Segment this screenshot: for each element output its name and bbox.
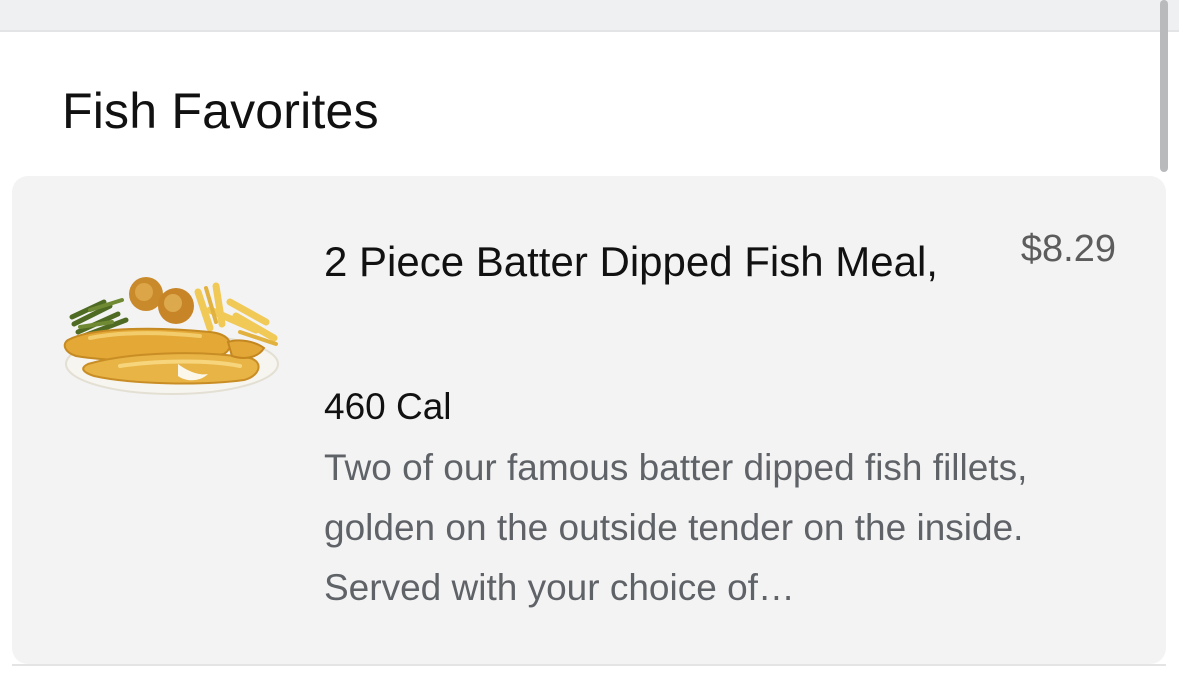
item-description: Two of our famous batter dipped fish fil… [324,447,1028,608]
menu-item-card[interactable]: 2 Piece Batter Dipped Fish Meal, $8.29 4… [12,176,1166,664]
top-bar [0,0,1179,32]
item-calories: 460 Cal [324,386,452,427]
card-divider [12,664,1166,666]
scrollbar-thumb[interactable] [1160,0,1168,172]
item-name: 2 Piece Batter Dipped Fish Meal, [324,238,938,285]
section-title: Fish Favorites [62,83,379,139]
fish-meal-plate-image [63,277,279,395]
item-price: $8.29 [1020,228,1116,270]
